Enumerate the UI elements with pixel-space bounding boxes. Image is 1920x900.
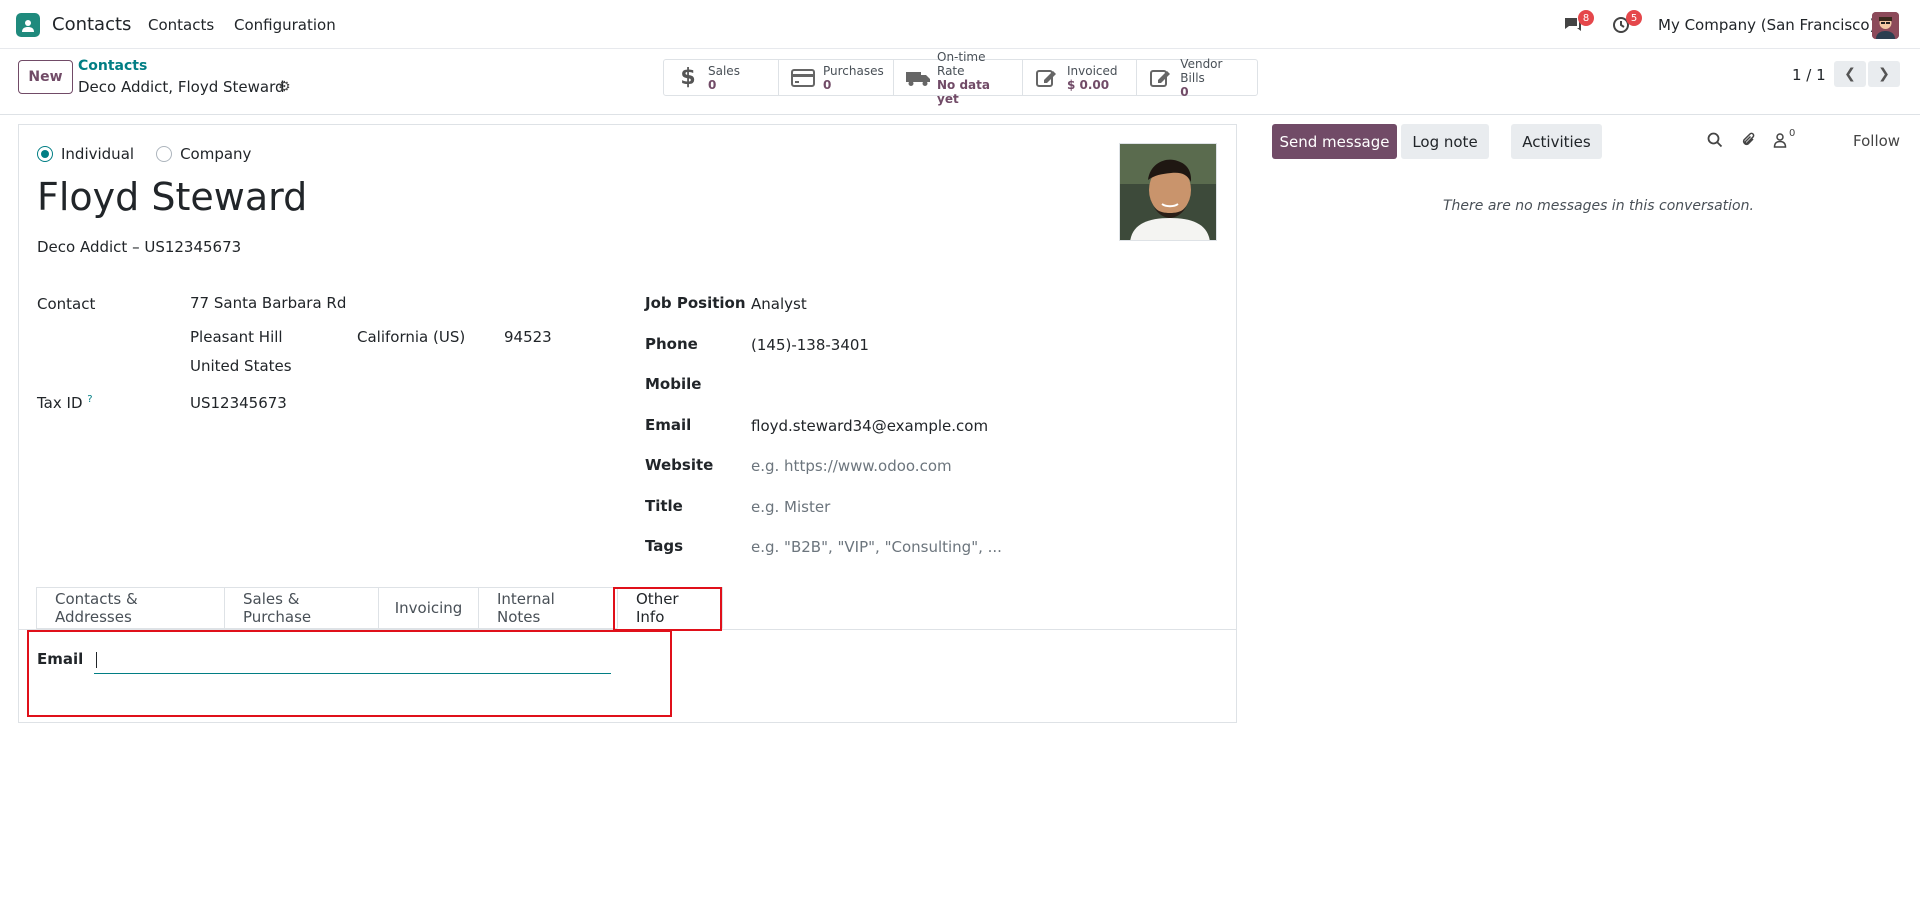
phone-field[interactable]: (145)-138-3401 bbox=[751, 336, 869, 354]
activities-clock-icon[interactable]: 5 bbox=[1610, 10, 1642, 36]
pager-value[interactable]: 1 / 1 bbox=[1792, 66, 1826, 84]
state-field[interactable]: California (US) bbox=[357, 328, 465, 346]
other-info-email-input[interactable] bbox=[94, 646, 611, 674]
stat-label: Sales bbox=[708, 63, 740, 78]
contacts-app-icon[interactable] bbox=[16, 13, 40, 37]
other-info-email-label: Email bbox=[37, 650, 84, 668]
followers-count: 0 bbox=[1789, 128, 1796, 139]
website-label: Website bbox=[645, 456, 714, 474]
partner-photo[interactable] bbox=[1119, 143, 1217, 241]
partner-company-subtitle[interactable]: Deco Addict – US12345673 bbox=[37, 238, 241, 256]
log-note-button[interactable]: Log note bbox=[1401, 124, 1489, 159]
paperclip-icon[interactable] bbox=[1741, 132, 1757, 152]
new-button[interactable]: New bbox=[18, 60, 73, 94]
truck-icon bbox=[904, 69, 931, 87]
notebook-tabs: Contacts & Addresses Sales & Purchase In… bbox=[36, 587, 723, 629]
title-label: Title bbox=[645, 497, 683, 515]
gear-icon[interactable]: ⚙ bbox=[278, 79, 291, 95]
chevron-right-icon[interactable]: ❯ bbox=[1868, 61, 1900, 87]
zip-field[interactable]: 94523 bbox=[504, 328, 552, 346]
user-avatar[interactable] bbox=[1872, 12, 1899, 39]
messages-icon[interactable]: 8 bbox=[1562, 10, 1594, 36]
tab-sales-purchase[interactable]: Sales & Purchase bbox=[224, 587, 378, 629]
job-position-field[interactable]: Analyst bbox=[751, 295, 807, 313]
smart-button-purchases[interactable]: Purchases 0 bbox=[779, 60, 894, 95]
text-cursor bbox=[96, 652, 97, 668]
tab-internal-notes[interactable]: Internal Notes bbox=[478, 587, 617, 629]
chevron-left-icon[interactable]: ❮ bbox=[1834, 61, 1866, 87]
mobile-label: Mobile bbox=[645, 375, 702, 393]
radio-individual[interactable] bbox=[37, 146, 53, 162]
pencil-square-icon bbox=[1033, 68, 1061, 88]
email-field[interactable]: floyd.steward34@example.com bbox=[751, 417, 988, 435]
phone-label: Phone bbox=[645, 335, 698, 353]
tab-invoicing[interactable]: Invoicing bbox=[378, 587, 478, 629]
stat-label: Vendor Bills bbox=[1180, 56, 1223, 85]
activities-badge: 5 bbox=[1626, 10, 1642, 26]
website-field[interactable]: e.g. https://www.odoo.com bbox=[751, 457, 952, 475]
send-message-button[interactable]: Send message bbox=[1272, 124, 1397, 159]
activities-button[interactable]: Activities bbox=[1511, 124, 1602, 159]
radio-individual-label[interactable]: Individual bbox=[61, 145, 134, 163]
tab-other-info[interactable]: Other Info bbox=[617, 587, 723, 629]
control-panel: New Contacts Deco Addict, Floyd Steward … bbox=[0, 49, 1920, 115]
email-label: Email bbox=[645, 416, 692, 434]
stat-value: No data yet bbox=[937, 77, 990, 106]
credit-card-icon bbox=[789, 68, 817, 87]
menu-contacts[interactable]: Contacts bbox=[148, 16, 214, 34]
form-sheet: Individual Company Floyd Steward Deco Ad… bbox=[18, 124, 1237, 723]
tax-id-help-icon[interactable]: ? bbox=[87, 394, 92, 405]
dollar-icon: $ bbox=[680, 65, 696, 90]
pencil-square-icon bbox=[1147, 68, 1174, 88]
stat-value: 0 bbox=[1180, 84, 1189, 99]
smart-button-invoiced[interactable]: Invoiced $ 0.00 bbox=[1023, 60, 1137, 95]
breadcrumb-parent[interactable]: Contacts bbox=[78, 58, 147, 74]
tab-contacts-addresses[interactable]: Contacts & Addresses bbox=[36, 587, 224, 629]
smart-button-vendor-bills[interactable]: Vendor Bills 0 bbox=[1137, 56, 1257, 99]
radio-company[interactable] bbox=[156, 146, 173, 162]
radio-company-label[interactable]: Company bbox=[180, 145, 251, 163]
messages-badge: 8 bbox=[1578, 10, 1594, 26]
stat-label: Invoiced bbox=[1067, 63, 1118, 78]
tags-label: Tags bbox=[645, 537, 684, 555]
top-navbar: Contacts Contacts Configuration 8 5 My C… bbox=[0, 0, 1920, 49]
job-position-label: Job Position bbox=[645, 294, 746, 312]
tax-id-field[interactable]: US12345673 bbox=[190, 394, 287, 412]
company-switcher[interactable]: My Company (San Francisco) bbox=[1658, 16, 1875, 34]
empty-conversation-text: There are no messages in this conversati… bbox=[1443, 198, 1754, 214]
app-name[interactable]: Contacts bbox=[52, 14, 131, 35]
tax-id-label-text: Tax ID bbox=[37, 394, 83, 412]
breadcrumb-current: Deco Addict, Floyd Steward bbox=[78, 78, 285, 96]
city-field[interactable]: Pleasant Hill bbox=[190, 328, 283, 346]
followers-button[interactable]: 0 bbox=[1773, 128, 1795, 148]
stat-label: On-time Rate bbox=[937, 49, 986, 78]
stat-value: 0 bbox=[823, 77, 832, 92]
stat-label: Purchases bbox=[823, 63, 884, 78]
smart-button-on-time-rate[interactable]: On-time Rate No data yet bbox=[894, 50, 1023, 106]
tags-field[interactable]: e.g. "B2B", "VIP", "Consulting", ... bbox=[751, 538, 1002, 556]
tab-divider bbox=[19, 629, 1236, 630]
search-icon[interactable] bbox=[1707, 132, 1723, 152]
stat-value: 0 bbox=[708, 77, 717, 92]
partner-name[interactable]: Floyd Steward bbox=[37, 175, 307, 219]
follow-button[interactable]: Follow bbox=[1853, 132, 1900, 150]
title-field[interactable]: e.g. Mister bbox=[751, 498, 830, 516]
street-field[interactable]: 77 Santa Barbara Rd bbox=[190, 294, 346, 312]
tax-id-label: Tax ID ? bbox=[37, 394, 93, 412]
smart-buttons: $ Sales 0 Purchases 0 On-time Rate No data … bbox=[663, 50, 1258, 106]
menu-configuration[interactable]: Configuration bbox=[234, 16, 336, 34]
contact-label: Contact bbox=[37, 295, 96, 313]
smart-button-sales[interactable]: $ Sales 0 bbox=[664, 60, 779, 95]
mobile-field[interactable] bbox=[751, 376, 1051, 396]
person-icon bbox=[1773, 133, 1787, 148]
country-field[interactable]: United States bbox=[190, 357, 292, 375]
company-type-radio: Individual Company bbox=[37, 145, 251, 163]
stat-value: $ 0.00 bbox=[1067, 77, 1110, 92]
